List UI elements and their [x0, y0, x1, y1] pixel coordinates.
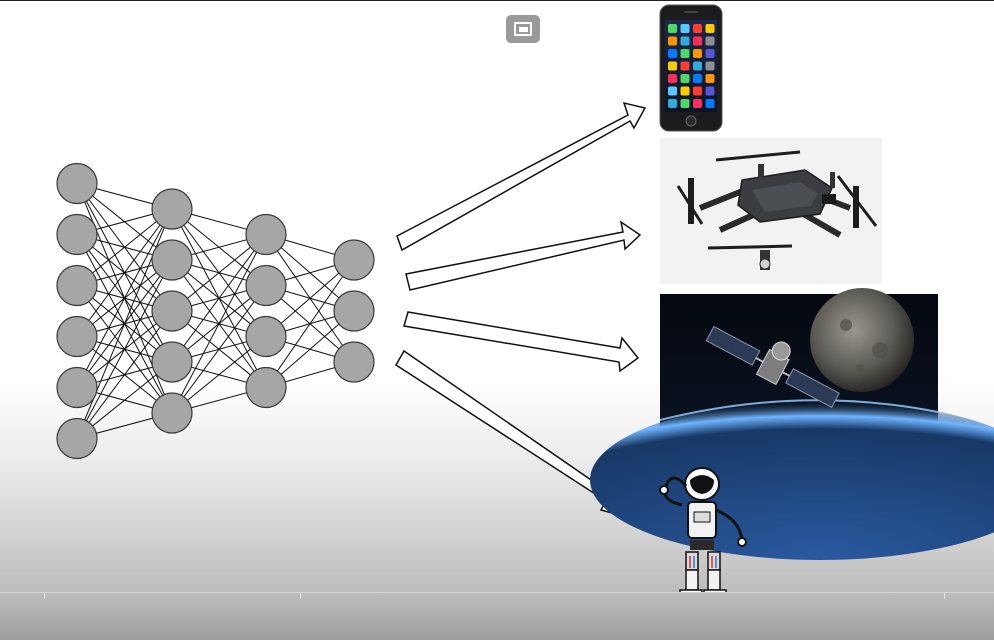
- app-icon: [668, 24, 677, 33]
- drone-image: [660, 138, 882, 284]
- timeline-tick: [300, 593, 301, 599]
- output-layer-neuron: [333, 290, 375, 332]
- input-layer-neuron: [56, 417, 98, 460]
- arrow-to-satellite: [403, 311, 640, 373]
- app-icon: [680, 36, 690, 46]
- video-controls-bar: [0, 592, 994, 640]
- app-icon: [680, 49, 690, 58]
- app-icon: [705, 74, 715, 83]
- neural-network-diagram: [56, 4, 994, 623]
- app-icon: [668, 74, 677, 83]
- app-icon: [693, 99, 702, 108]
- input-layer-neuron: [56, 366, 98, 409]
- picture-in-picture-icon-inner: [519, 27, 528, 32]
- app-icon: [705, 86, 715, 96]
- hidden-layer-1-neuron: [151, 290, 193, 332]
- arrow-to-drone: [405, 220, 642, 291]
- app-icon: [693, 61, 702, 71]
- hidden-layer-1-neuron: [151, 239, 193, 281]
- app-icon: [680, 74, 690, 83]
- app-icon: [668, 36, 677, 46]
- app-icon: [680, 86, 690, 96]
- app-icon: [693, 74, 702, 83]
- app-icon: [693, 86, 702, 96]
- network-connections: [76, 183, 355, 439]
- app-icon: [705, 99, 715, 108]
- app-icon: [668, 49, 677, 58]
- hidden-layer-1-neuron: [151, 392, 193, 434]
- smartphone-image: [659, 4, 723, 132]
- network-neurons: [56, 162, 375, 460]
- hidden-layer-1-neuron: [151, 341, 193, 383]
- hidden-layer-2-neuron: [245, 366, 287, 409]
- hidden-layer-2-neuron: [245, 315, 287, 358]
- app-icon: [705, 49, 715, 58]
- hidden-layer-2-neuron: [245, 213, 287, 256]
- app-icon: [705, 24, 715, 33]
- app-icon: [668, 99, 677, 108]
- timeline-tick: [44, 593, 45, 599]
- input-layer-neuron: [56, 315, 98, 358]
- app-icon: [705, 36, 715, 46]
- input-layer-neuron: [56, 264, 98, 307]
- hidden-layer-2-neuron: [245, 264, 287, 307]
- input-layer-neuron: [56, 213, 98, 256]
- output-layer-neuron: [333, 341, 375, 383]
- app-icon: [668, 61, 677, 71]
- hidden-layer-1-neuron: [151, 188, 193, 230]
- app-icon: [668, 86, 677, 96]
- picture-in-picture-button[interactable]: [506, 15, 540, 43]
- output-layer-neuron: [333, 239, 375, 281]
- timeline-tick: [944, 593, 945, 599]
- slide-canvas: [0, 0, 994, 640]
- app-icon: [705, 61, 715, 71]
- app-icon: [693, 49, 702, 58]
- input-layer-neuron: [56, 162, 98, 205]
- app-icon: [693, 24, 702, 33]
- satellite-image: [590, 288, 994, 560]
- app-icon: [680, 99, 690, 108]
- app-icon: [680, 24, 690, 33]
- app-icon: [680, 61, 690, 71]
- arrow-to-smartphone: [396, 101, 647, 252]
- app-icon: [693, 36, 702, 46]
